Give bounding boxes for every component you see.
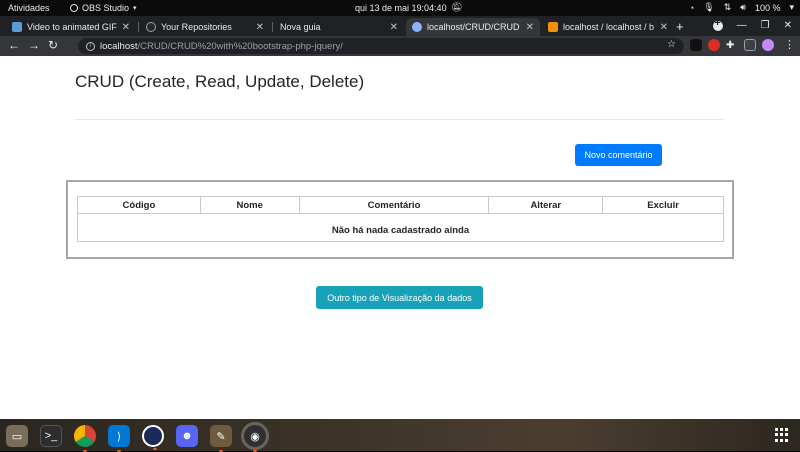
- tab-favicon-icon: [12, 22, 22, 32]
- table-container: Código Nome Comentário Alterar Excluir N…: [66, 180, 734, 259]
- tab-nova-guia[interactable]: Nova guia ✕: [274, 18, 404, 36]
- volume-icon: 🔊︎: [740, 2, 746, 12]
- tab-video-to-gif[interactable]: Video to animated GIF c ✕: [6, 18, 136, 36]
- globe-icon: [412, 22, 422, 32]
- vscode-icon[interactable]: ⟩: [108, 425, 130, 452]
- obs-icon[interactable]: ◉: [241, 422, 269, 452]
- close-icon[interactable]: ✕: [122, 22, 130, 33]
- other-view-button[interactable]: Outro tipo de Visualização da dados: [316, 286, 483, 309]
- system-top-bar: Atividades OBS Studio ▾ qui 13 de mai 19…: [0, 0, 800, 16]
- app-menu[interactable]: OBS Studio ▾: [70, 3, 137, 13]
- info-icon[interactable]: i: [86, 41, 95, 51]
- chevron-down-icon: ▾: [789, 2, 794, 12]
- clock[interactable]: qui 13 de mai 19:04:40: [355, 3, 447, 13]
- obs-icon: [70, 4, 78, 12]
- page-viewport: CRUD (Create, Read, Update, Delete) Novo…: [0, 56, 800, 419]
- minimize-button[interactable]: —: [737, 20, 747, 31]
- close-icon[interactable]: ✕: [390, 22, 398, 33]
- tab-your-repositories[interactable]: Your Repositories ✕: [140, 18, 270, 36]
- divider: [75, 119, 724, 120]
- forward-button[interactable]: →: [28, 38, 40, 52]
- tab-localhost-crud[interactable]: localhost/CRUD/CRUD ✕: [406, 18, 540, 36]
- url-path: /CRUD/CRUD%20with%20bootstrap-php-jquery…: [137, 40, 343, 52]
- new-comment-button[interactable]: Novo comentário: [575, 144, 662, 166]
- tab-title: Video to animated GIF c: [27, 22, 117, 32]
- column-header-codigo: Código: [77, 196, 201, 214]
- column-header-alterar: Alterar: [488, 196, 604, 214]
- activities-button[interactable]: Atividades: [8, 3, 50, 13]
- tab-localhost-phpmyadmin[interactable]: localhost / localhost / b ✕: [542, 18, 674, 36]
- microphone-icon: 🎙︎: [703, 2, 715, 12]
- close-icon[interactable]: ✕: [526, 22, 534, 33]
- gimp-icon[interactable]: ✎: [210, 425, 232, 452]
- browser-tab-strip: Video to animated GIF c ✕ Your Repositor…: [0, 16, 800, 36]
- table-row: Não há nada cadastrado ainda: [77, 213, 724, 242]
- extension-icon[interactable]: [690, 39, 702, 51]
- close-window-button[interactable]: ✕: [784, 20, 792, 31]
- close-icon[interactable]: ✕: [256, 22, 264, 33]
- network-icon: ⇅: [723, 2, 732, 12]
- timer-icon: ◔: [688, 2, 695, 13]
- column-header-nome: Nome: [199, 196, 300, 214]
- browser-toolbar: ← → ↻ i localhost/CRUD/CRUD%20with%20boo…: [0, 36, 800, 56]
- avatar[interactable]: [762, 39, 774, 51]
- phpmyadmin-icon: [548, 22, 558, 32]
- terminal-icon[interactable]: >_: [40, 425, 62, 447]
- chrome-icon[interactable]: [74, 425, 96, 452]
- column-header-excluir: Excluir: [602, 196, 724, 214]
- close-icon[interactable]: ✕: [660, 22, 668, 33]
- notifications-off-icon: 🔕︎: [451, 2, 463, 12]
- tab-title: localhost/CRUD/CRUD: [427, 22, 520, 32]
- comments-table: Código Nome Comentário Alterar Excluir N…: [77, 196, 724, 242]
- puzzle-icon[interactable]: ✚: [726, 40, 734, 51]
- empty-table-message: Não há nada cadastrado ainda: [77, 213, 724, 242]
- battery-label: 100 %: [754, 2, 781, 13]
- page-title: CRUD (Create, Read, Update, Delete): [75, 72, 365, 91]
- screen-record-icon[interactable]: [712, 18, 723, 31]
- tab-title: localhost / localhost / b: [563, 22, 655, 32]
- reload-button[interactable]: ↻: [48, 38, 58, 52]
- address-bar[interactable]: i localhost/CRUD/CRUD%20with%20bootstrap…: [78, 38, 684, 54]
- bookmark-star-icon[interactable]: ☆: [667, 39, 676, 50]
- globe-app-icon[interactable]: [142, 425, 164, 450]
- maximize-button[interactable]: ❐: [761, 20, 770, 31]
- column-header-comentario: Comentário: [298, 196, 490, 214]
- files-icon[interactable]: ▭: [6, 425, 28, 447]
- back-button[interactable]: ←: [8, 38, 20, 52]
- show-applications-icon[interactable]: [775, 428, 789, 442]
- media-icon[interactable]: [744, 39, 756, 51]
- chevron-down-icon: ▾: [133, 5, 137, 12]
- system-tray[interactable]: ◔ 🎙︎ ⇅ 🔊︎ 100 % ▾: [689, 2, 794, 13]
- window-controls: — ❐ ✕: [712, 18, 792, 31]
- table-header-row: Código Nome Comentário Alterar Excluir: [77, 196, 724, 214]
- extension-record-icon[interactable]: [708, 39, 720, 51]
- kebab-menu-icon[interactable]: ⋮: [784, 38, 795, 51]
- url-host: localhost: [100, 40, 138, 52]
- tab-title: Your Repositories: [161, 22, 232, 32]
- new-tab-button[interactable]: +: [676, 19, 684, 34]
- github-icon: [146, 22, 156, 32]
- dock: ▭ >_ ⟩ ☻ ✎ ◉: [0, 419, 800, 452]
- tab-title: Nova guia: [280, 22, 321, 32]
- discord-icon[interactable]: ☻: [176, 425, 198, 447]
- app-menu-label: OBS Studio: [82, 3, 130, 13]
